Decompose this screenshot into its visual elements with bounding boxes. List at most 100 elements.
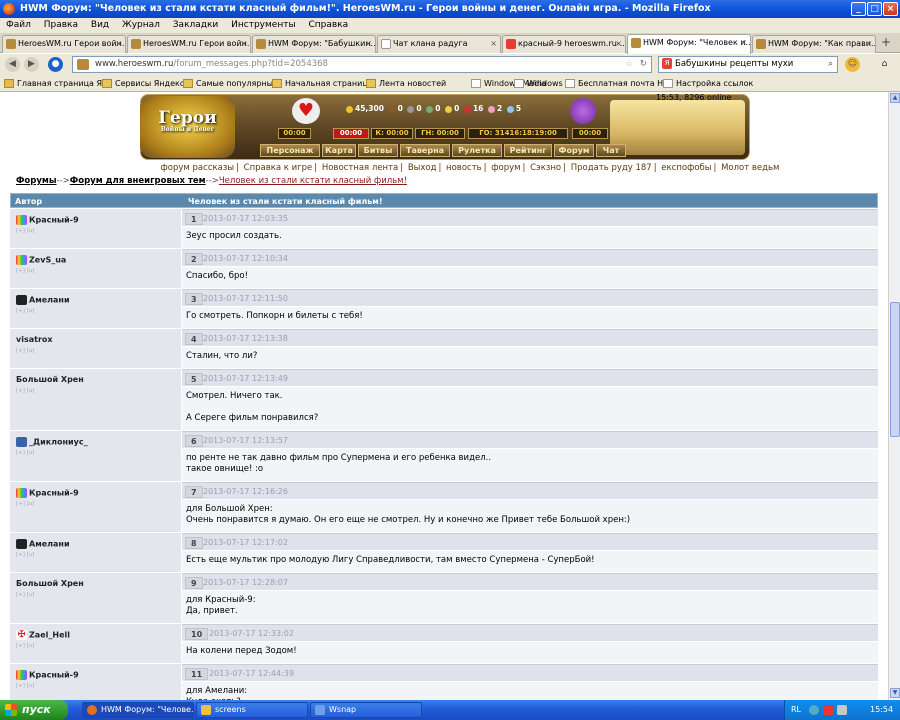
menu-view[interactable]: Вид: [91, 20, 109, 30]
author-name[interactable]: ✠ Zael_Hell: [16, 630, 70, 640]
close-tab-icon[interactable]: ×: [240, 36, 247, 52]
author-name[interactable]: _Диклониус_: [16, 437, 88, 447]
start-button[interactable]: пуск: [0, 700, 68, 720]
author-name[interactable]: Красный-9: [16, 670, 79, 680]
link[interactable]: Молот ведьм: [721, 163, 779, 173]
url-bar[interactable]: www.heroeswm.ru/forum_messages.php?tid=2…: [72, 56, 652, 73]
post-number[interactable]: 4: [185, 333, 203, 345]
network-icon[interactable]: [809, 705, 819, 715]
bookmark-item[interactable]: Сервисы Яндекса: [102, 75, 189, 92]
menu-history[interactable]: Журнал: [122, 20, 160, 30]
breadcrumb-section[interactable]: Форум для внеигровых тем: [70, 176, 206, 186]
antivirus-icon[interactable]: [823, 705, 833, 715]
post-number[interactable]: 3: [185, 293, 203, 305]
tab[interactable]: Чат клана радуга ×: [377, 35, 501, 53]
link[interactable]: Сэкзно: [530, 163, 561, 173]
bookmark-item[interactable]: Настройка ссылок: [663, 75, 753, 92]
author-name[interactable]: Большой Хрен: [16, 375, 84, 384]
post-number[interactable]: 10: [185, 628, 209, 640]
post-number[interactable]: 9: [185, 577, 203, 589]
menu-forum[interactable]: Форум: [554, 144, 594, 157]
breadcrumb-topic[interactable]: Человек из стали кстати класный фильм!: [219, 176, 407, 186]
menu-battles[interactable]: Битвы: [358, 144, 398, 157]
author-name[interactable]: Красный-9: [16, 215, 79, 225]
post-number[interactable]: 5: [185, 373, 203, 385]
star-icon[interactable]: ☆: [625, 57, 633, 72]
bookmark-item[interactable]: Самые популярные: [183, 75, 278, 92]
bookmark-item[interactable]: Лента новостей: [366, 75, 446, 92]
tab[interactable]: HeroesWM.ru Герои войн... ×: [127, 35, 251, 53]
post-number[interactable]: 1: [185, 213, 203, 225]
menu-chat[interactable]: Чат: [596, 144, 626, 157]
yandex-search-icon[interactable]: Я: [662, 58, 672, 69]
close-tab-icon[interactable]: ×: [865, 36, 872, 52]
bookmark-item[interactable]: Главная страница Я...: [4, 75, 110, 92]
link[interactable]: Продать руду 187: [571, 163, 652, 173]
site-identity-icon[interactable]: [77, 59, 89, 70]
tab[interactable]: HWM Форум: "Бабушкин... ×: [252, 35, 376, 53]
bookmark-item[interactable]: Бесплатная почта H...: [565, 75, 671, 92]
author-name[interactable]: Красный-9: [16, 488, 79, 498]
post-number[interactable]: 2: [185, 253, 203, 265]
link[interactable]: новость: [446, 163, 482, 173]
scroll-thumb[interactable]: [890, 302, 900, 437]
page-scrollbar[interactable]: ▲ ▼: [888, 92, 900, 700]
close-tab-icon[interactable]: ×: [740, 35, 747, 51]
link[interactable]: Выход: [408, 163, 437, 173]
bookmark-item[interactable]: Начальная страница: [272, 75, 373, 92]
volume-icon[interactable]: [837, 705, 847, 715]
new-tab-button[interactable]: +: [881, 35, 891, 49]
tab-active[interactable]: HWM Форум: "Человек и... ×: [627, 34, 751, 54]
post-number[interactable]: 8: [185, 537, 203, 549]
search-input[interactable]: Я Бабушкины рецепты мухи ⌕: [658, 56, 838, 73]
close-tab-icon[interactable]: ×: [365, 36, 372, 52]
reload-icon[interactable]: ↻: [640, 57, 647, 72]
menu-edit[interactable]: Правка: [44, 20, 78, 30]
post-number[interactable]: 6: [185, 435, 203, 447]
close-button[interactable]: ×: [883, 2, 898, 16]
author-name[interactable]: ZevS_ua: [16, 255, 66, 265]
search-icon[interactable]: ⌕: [828, 57, 833, 72]
author-name[interactable]: Амелани: [16, 295, 70, 305]
link[interactable]: форум: [491, 163, 520, 173]
home-page-button[interactable]: ⌂: [877, 57, 892, 72]
minimize-button[interactable]: _: [851, 2, 866, 16]
menu-tavern[interactable]: Таверна: [400, 144, 450, 157]
language-indicator[interactable]: RL: [791, 700, 801, 720]
addon-icon[interactable]: ☺: [845, 57, 860, 72]
link[interactable]: експофобы: [661, 163, 711, 173]
author-name[interactable]: visatrox: [16, 335, 53, 344]
menu-help[interactable]: Справка: [308, 20, 348, 30]
tab[interactable]: HWM Форум: "Как прави... ×: [752, 35, 876, 53]
author-name[interactable]: Амелани: [16, 539, 70, 549]
task-wsnap[interactable]: Wsnap: [310, 702, 422, 718]
close-tab-icon[interactable]: ×: [490, 36, 497, 52]
post-number[interactable]: 11: [185, 668, 209, 680]
task-screens[interactable]: screens: [196, 702, 308, 718]
menu-file[interactable]: Файл: [6, 20, 31, 30]
game-logo[interactable]: Герои Войны и Денег: [140, 96, 235, 158]
menu-rating[interactable]: Рейтинг: [504, 144, 552, 157]
link[interactable]: Новостная лента: [322, 163, 398, 173]
tab[interactable]: HeroesWM.ru Герои войн... ×: [2, 35, 126, 53]
forward-button[interactable]: ▶: [24, 57, 39, 72]
author-name[interactable]: Большой Хрен: [16, 579, 84, 588]
task-firefox[interactable]: HWM Форум: "Челове...: [82, 702, 194, 718]
scroll-up-arrow-icon[interactable]: ▲: [890, 93, 900, 103]
menu-character[interactable]: Персонаж: [260, 144, 320, 157]
scroll-down-arrow-icon[interactable]: ▼: [890, 688, 900, 698]
close-tab-icon[interactable]: ×: [115, 36, 122, 52]
tab[interactable]: красный-9 heroeswm.ru-... ×: [502, 35, 626, 53]
link[interactable]: форум рассказы: [161, 163, 235, 173]
back-button[interactable]: ◀: [5, 57, 20, 72]
link[interactable]: Справка к игре: [244, 163, 313, 173]
bookmark-item[interactable]: Windows: [514, 75, 563, 92]
post-number[interactable]: 7: [185, 486, 203, 498]
menu-map[interactable]: Карта: [322, 144, 356, 157]
menu-roulette[interactable]: Рулетка: [452, 144, 502, 157]
menu-tools[interactable]: Инструменты: [231, 20, 295, 30]
home-button[interactable]: ●: [48, 57, 63, 72]
maximize-button[interactable]: □: [867, 2, 882, 16]
breadcrumb-forums[interactable]: Форумы: [16, 176, 57, 186]
menu-bookmarks[interactable]: Закладки: [173, 20, 219, 30]
